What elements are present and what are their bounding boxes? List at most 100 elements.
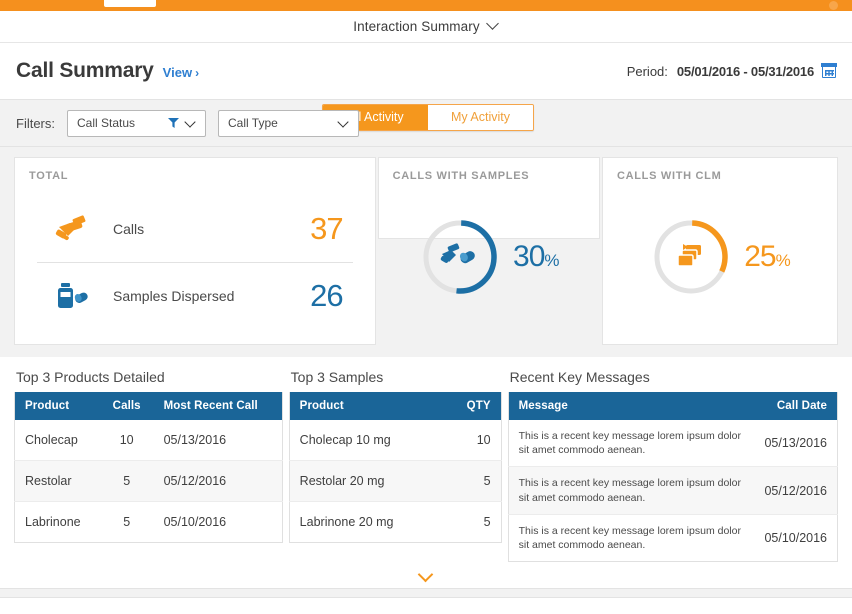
call-type-filter[interactable]: Call Type <box>218 110 359 137</box>
top-samples-caption: Top 3 Samples <box>289 365 502 392</box>
filter-funnel-icon <box>168 118 179 128</box>
dashboard-page: Interaction Summary Call Summary View› A… <box>0 0 852 614</box>
cell-date: 05/12/2016 <box>154 461 283 502</box>
calls-with-clm-donut-chart <box>650 216 732 298</box>
app-tab-icon[interactable] <box>104 0 156 7</box>
calls-with-clm-value: 25% <box>744 240 790 274</box>
metric-row-samples: Samples Dispersed 26 <box>29 263 361 329</box>
cell-call-date: 05/12/2016 <box>754 467 837 514</box>
th-most-recent-call[interactable]: Most Recent Call <box>154 392 283 420</box>
top-products-block: Top 3 Products Detailed Product Calls Mo… <box>14 365 283 562</box>
call-status-filter[interactable]: Call Status <box>67 110 206 137</box>
kpi-cards-row: TOTAL Calls 37 <box>0 147 852 357</box>
metric-value-samples: 26 <box>310 278 342 314</box>
cell-date: 05/13/2016 <box>154 420 283 461</box>
call-status-filter-label: Call Status <box>77 116 168 130</box>
recent-key-messages-caption: Recent Key Messages <box>508 365 838 392</box>
period-label: Period: <box>627 64 668 79</box>
app-header-bar <box>0 0 852 11</box>
calls-with-samples-donut-chart <box>419 216 501 298</box>
menu-dot-icon[interactable] <box>829 1 838 10</box>
approved-email-period: Period: 05/01/2016 - 05/31/2016 <box>627 598 836 614</box>
clm-percent-number: 25 <box>744 240 775 273</box>
total-card-title: TOTAL <box>29 170 361 182</box>
th-message[interactable]: Message <box>508 392 754 420</box>
table-row[interactable]: Restolar 20 mg 5 <box>289 461 501 502</box>
cell-call-date: 05/10/2016 <box>754 514 837 561</box>
metric-row-calls: Calls 37 <box>29 196 361 262</box>
calls-with-samples-card: CALLS WITH SAMPLES <box>378 157 600 239</box>
table-header-row: Product Calls Most Recent Call <box>15 392 283 420</box>
calls-with-clm-card: CALLS WITH CLM <box>602 157 838 345</box>
view-link-label: View <box>163 65 192 80</box>
recent-key-messages-table: Message Call Date This is a recent key m… <box>508 392 838 562</box>
calls-with-samples-value: 30% <box>513 240 559 274</box>
calls-with-samples-title: CALLS WITH SAMPLES <box>393 170 585 182</box>
table-row[interactable]: Labrinone 20 mg 5 <box>289 502 501 543</box>
calls-with-clm-title: CALLS WITH CLM <box>617 170 823 182</box>
view-arrow-icon: › <box>195 66 199 80</box>
tables-row: Top 3 Products Detailed Product Calls Mo… <box>0 357 852 562</box>
cell-qty: 5 <box>442 461 501 502</box>
cell-product: Labrinone <box>15 502 100 543</box>
call-summary-header: Call Summary View› All Activity My Activ… <box>0 43 852 99</box>
calendar-icon[interactable] <box>822 64 836 78</box>
cell-qty: 10 <box>442 420 501 461</box>
metric-value-calls: 37 <box>310 211 342 247</box>
stacked-cards-icon <box>650 216 732 298</box>
th-product[interactable]: Product <box>289 392 442 420</box>
th-calls[interactable]: Calls <box>100 392 154 420</box>
metric-label-samples: Samples Dispersed <box>113 288 310 304</box>
cell-date: 05/10/2016 <box>154 502 283 543</box>
table-row[interactable]: Labrinone 5 05/10/2016 <box>15 502 283 543</box>
cell-product: Restolar 20 mg <box>289 461 442 502</box>
page-title: Call Summary <box>16 59 154 83</box>
table-header-row: Message Call Date <box>508 392 837 420</box>
cell-product: Restolar <box>15 461 100 502</box>
period-value: 05/01/2016 - 05/31/2016 <box>677 64 814 79</box>
handshake-icon <box>51 214 93 244</box>
cell-message: This is a recent key message lorem ipsum… <box>508 514 754 561</box>
top-samples-table: Product QTY Cholecap 10 mg 10 Restolar 2… <box>289 392 502 543</box>
call-summary-period: Period: 05/01/2016 - 05/31/2016 <box>627 43 836 99</box>
top-products-caption: Top 3 Products Detailed <box>14 365 283 392</box>
th-qty[interactable]: QTY <box>442 392 501 420</box>
filters-label: Filters: <box>16 116 55 131</box>
cell-calls: 5 <box>100 461 154 502</box>
cell-product: Cholecap 10 mg <box>289 420 442 461</box>
cell-message: This is a recent key message lorem ipsum… <box>508 467 754 514</box>
toggle-my-activity[interactable]: My Activity <box>428 105 533 130</box>
total-card: TOTAL Calls 37 <box>14 157 376 345</box>
call-summary-view-link[interactable]: View› <box>163 65 199 80</box>
table-row[interactable]: Restolar 5 05/12/2016 <box>15 461 283 502</box>
th-product[interactable]: Product <box>15 392 100 420</box>
table-row[interactable]: Cholecap 10 05/13/2016 <box>15 420 283 461</box>
table-row[interactable]: This is a recent key message lorem ipsum… <box>508 514 837 561</box>
cell-product: Labrinone 20 mg <box>289 502 442 543</box>
cell-message: This is a recent key message lorem ipsum… <box>508 420 754 467</box>
metric-label-calls: Calls <box>113 221 310 237</box>
chevron-down-icon <box>186 118 196 128</box>
cell-calls: 5 <box>100 502 154 543</box>
top-products-table: Product Calls Most Recent Call Cholecap … <box>14 392 283 543</box>
top-samples-block: Top 3 Samples Product QTY Cholecap 10 mg… <box>289 365 502 562</box>
clm-percent-sign: % <box>776 251 790 270</box>
chevron-down-icon <box>420 569 433 582</box>
cell-qty: 5 <box>442 502 501 543</box>
handshake-pills-icon <box>419 216 501 298</box>
approved-email-header: Approved Email View› All Activity My Act… <box>0 598 852 614</box>
table-row[interactable]: Cholecap 10 mg 10 <box>289 420 501 461</box>
sample-bottle-icon <box>51 281 93 311</box>
samples-percent-sign: % <box>544 251 558 270</box>
expand-section-button[interactable] <box>0 562 852 588</box>
samples-percent-number: 30 <box>513 240 544 273</box>
table-row[interactable]: This is a recent key message lorem ipsum… <box>508 467 837 514</box>
interaction-summary-label: Interaction Summary <box>353 19 479 34</box>
chevron-down-icon <box>488 19 499 30</box>
interaction-summary-dropdown[interactable]: Interaction Summary <box>0 11 852 43</box>
cell-product: Cholecap <box>15 420 100 461</box>
recent-key-messages-block: Recent Key Messages Message Call Date Th… <box>508 365 838 562</box>
th-call-date[interactable]: Call Date <box>754 392 837 420</box>
table-row[interactable]: This is a recent key message lorem ipsum… <box>508 420 837 467</box>
cell-calls: 10 <box>100 420 154 461</box>
